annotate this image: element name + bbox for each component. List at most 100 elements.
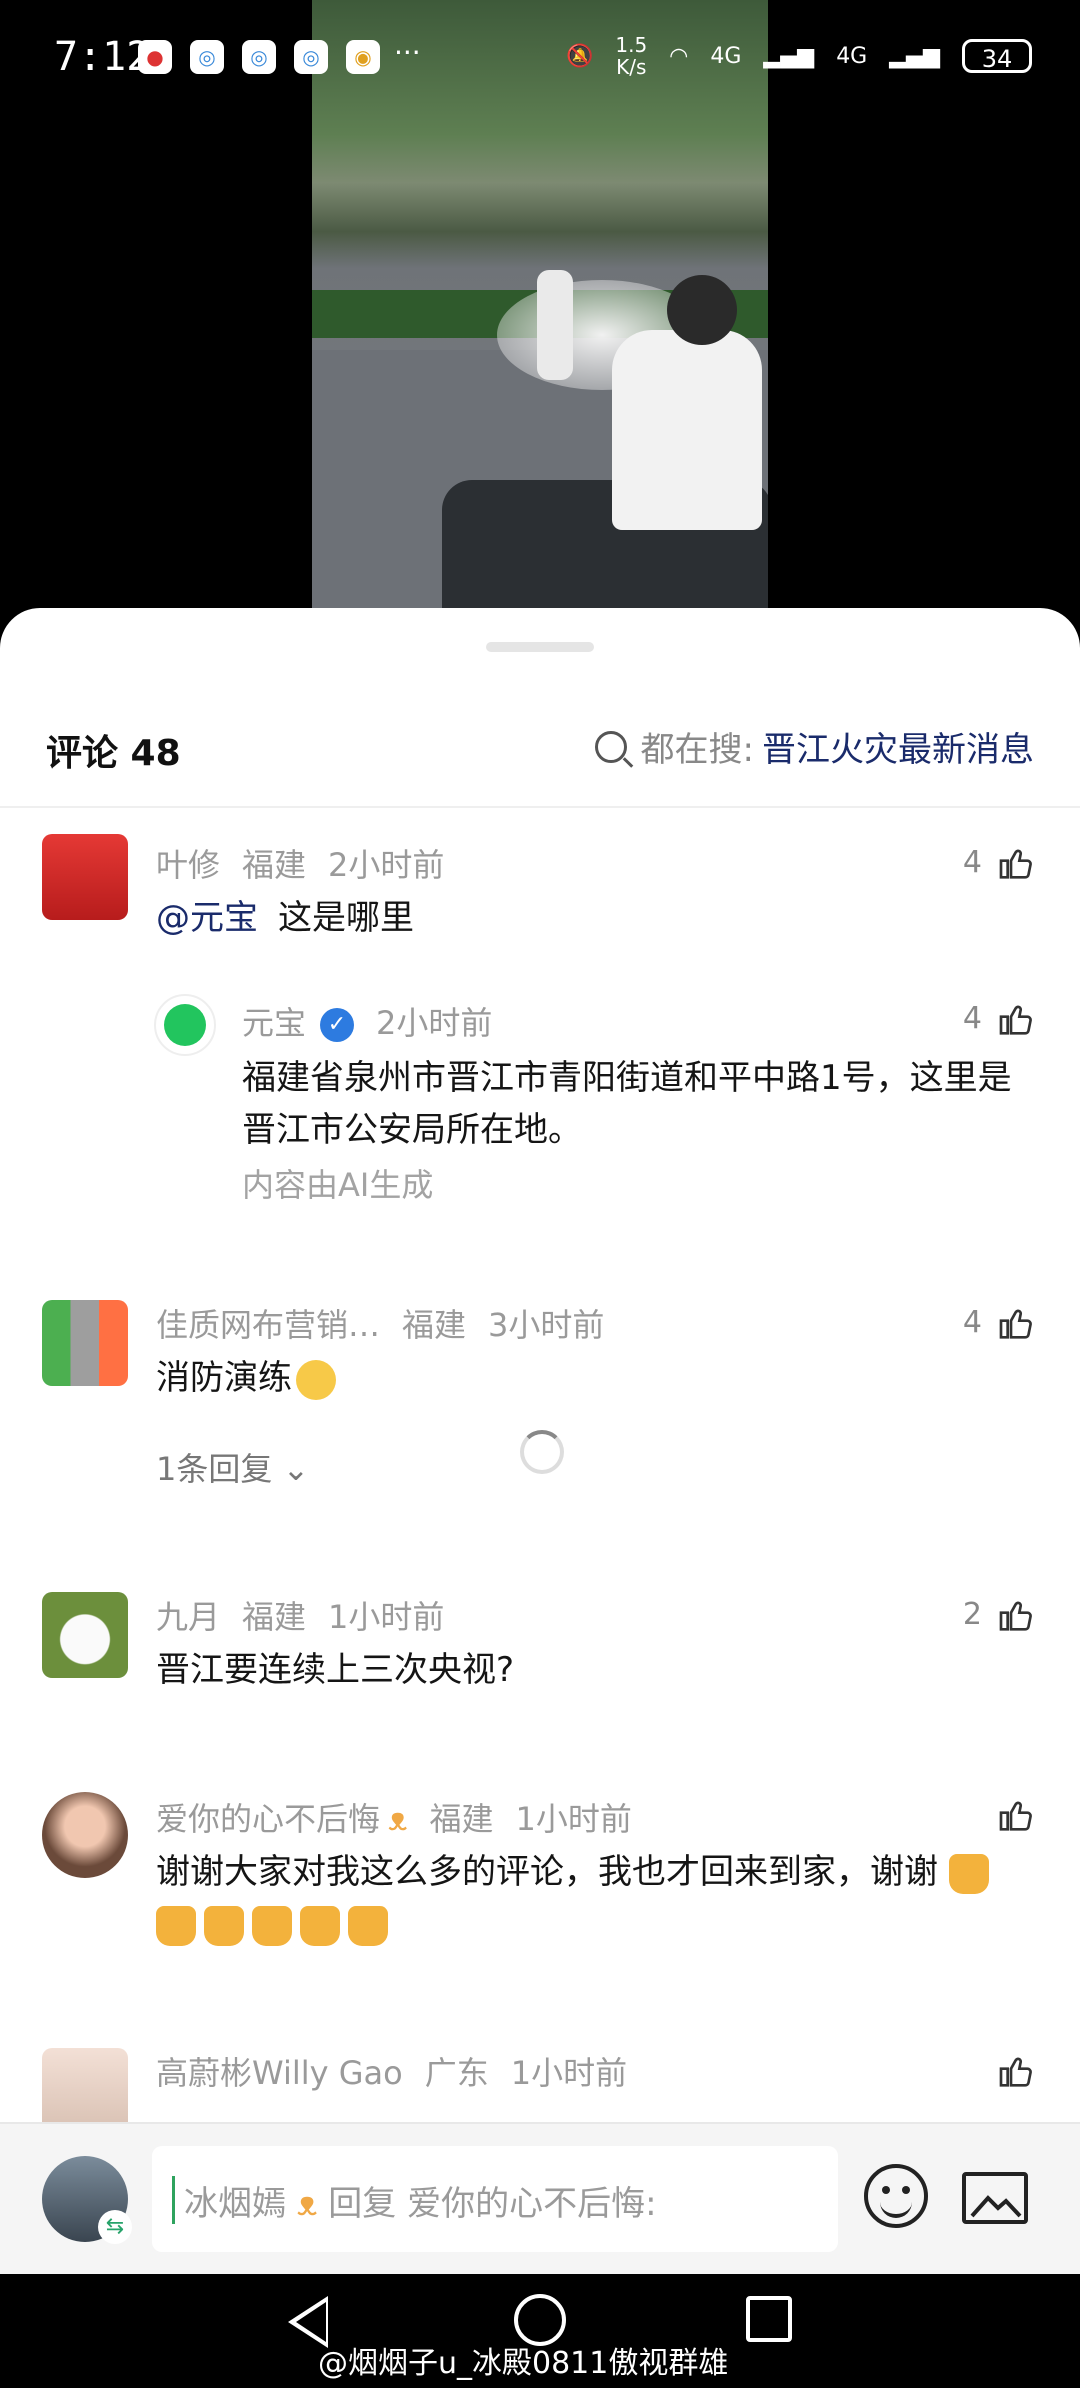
like-count: 4: [962, 1304, 982, 1340]
user-badge-icon: ᴥ: [286, 2184, 329, 2224]
chevron-down-icon: ⌄: [282, 1450, 310, 1488]
comment-time: 1小时前: [515, 1800, 632, 1838]
notification-app-icon: ●: [138, 40, 172, 74]
replies-label: 1条回复: [156, 1450, 273, 1488]
thumb-up-icon: [996, 2052, 1032, 2088]
comment-body: @元宝 这是哪里: [156, 892, 1036, 944]
reply-like-button[interactable]: 4: [963, 1000, 1032, 1036]
comment-user[interactable]: 高蔚彬Willy Gao: [156, 2054, 403, 2092]
avatar[interactable]: [42, 1300, 128, 1386]
trending-search[interactable]: 都在搜: 晋江火灾最新消息: [594, 722, 1034, 771]
like-button[interactable]: 2: [963, 1596, 1032, 1632]
comment-text: 消防演练: [156, 1358, 292, 1398]
comment-user[interactable]: 九月: [156, 1598, 220, 1636]
avatar[interactable]: [42, 1792, 128, 1878]
comment-meta: 佳质网布营销… 福建 3小时前: [156, 1300, 626, 1346]
comment-time: 3小时前: [488, 1306, 605, 1344]
comment-body: 谢谢大家对我这么多的评论，我也才回来到家，谢谢: [156, 1846, 1036, 1950]
system-nav-bar: @烟烟子u_冰殿0811傲视群雄: [0, 2274, 1080, 2388]
comment-time: 2小时前: [328, 846, 445, 884]
reply-meta: 元宝 ✓ 2小时前: [242, 998, 514, 1044]
avatar[interactable]: [42, 834, 128, 920]
comment-time: 1小时前: [510, 2054, 628, 2092]
pray-emoji-icon: [948, 1853, 989, 1894]
comment-text: 这是哪里: [278, 898, 414, 938]
reply-placeholder: 冰烟嫣 ᴥ 回复 爱你的心不后悔:: [184, 2176, 657, 2225]
comment-mention[interactable]: @元宝: [156, 898, 258, 938]
comment-user[interactable]: 爱你的心不后悔: [156, 1800, 380, 1838]
yuanbao-logo-icon: [164, 1004, 206, 1046]
reply-like-count: 4: [962, 1000, 982, 1036]
comment-meta: 九月 福建 1小时前: [156, 1592, 466, 1638]
reply-input[interactable]: 冰烟嫣 ᴥ 回复 爱你的心不后悔:: [152, 2146, 838, 2252]
wifi-icon: ◠: [669, 43, 689, 69]
thumb-up-icon: [996, 1304, 1032, 1340]
like-count: 4: [962, 844, 982, 880]
watermark: @烟烟子u_冰殿0811傲视群雄: [318, 2346, 729, 2381]
sim2-signal: 4G: [836, 43, 868, 69]
comment-region: 福建: [429, 1800, 494, 1838]
user-badge-icon: ᴥ: [388, 1800, 408, 1838]
sheet-drag-handle[interactable]: [486, 642, 594, 652]
mute-icon: 🔕: [565, 43, 594, 69]
comment-time: 1小时前: [328, 1598, 445, 1636]
switch-account-icon[interactable]: ⇆: [98, 2210, 132, 2244]
reply-input-bar: ⇆ 冰烟嫣 ᴥ 回复 爱你的心不后悔:: [0, 2122, 1080, 2276]
comment-text: 晋江要连续上三次央视?: [156, 1650, 515, 1690]
reply-time: 2小时前: [376, 1004, 493, 1042]
sim1-signal: 4G: [710, 43, 742, 69]
network-speed-value: 1.5: [615, 33, 648, 57]
comment-region: 福建: [242, 1598, 307, 1636]
thumb-up-icon: [996, 1000, 1032, 1036]
comment-user[interactable]: 佳质网布营销…: [156, 1306, 380, 1344]
recents-icon[interactable]: [746, 2296, 792, 2342]
more-notifications-icon: ···: [394, 36, 421, 69]
comment-count: 评论 48: [46, 733, 181, 774]
emoji-icon[interactable]: [864, 2164, 928, 2228]
notification-icons: ● ◎ ◎ ◎ ◉: [138, 40, 380, 74]
thumb-up-icon: [996, 1596, 1032, 1632]
weibo-notification-icon: ◎: [294, 40, 328, 74]
pray-emoji-icon: [204, 1905, 244, 1946]
reply-text: 福建省泉州市晋江市青阳街道和平中路1号，这里是晋江市公安局所在地。: [242, 1058, 1012, 1150]
reply-avatar[interactable]: [154, 994, 216, 1056]
weibo-app-icon: ◉: [346, 40, 380, 74]
pray-emoji-icon: [252, 1905, 292, 1946]
like-button[interactable]: [996, 1796, 1032, 1832]
placeholder-text: 回复 爱你的心不后悔:: [328, 2184, 657, 2224]
video-rider: [612, 330, 762, 530]
view-replies-button[interactable]: 1条回复 ⌄: [156, 1444, 309, 1490]
thumb-up-icon: [996, 844, 1032, 880]
search-keyword[interactable]: 晋江火灾最新消息: [762, 722, 1034, 771]
like-count: 2: [962, 1596, 982, 1632]
comment-sheet: 评论 48 都在搜: 晋江火灾最新消息 叶修福建 2小时前 4 @元宝 这是哪里 元…: [0, 608, 1080, 2122]
reply-user[interactable]: 元宝: [242, 1004, 306, 1042]
status-bar: 7:12 ● ◎ ◎ ◎ ◉ ··· 🔕 1.5 K/s ◠ 4G ▂▄▆ 4G…: [0, 0, 1080, 110]
comment-body: 消防演练: [156, 1352, 1036, 1404]
like-button[interactable]: [996, 2052, 1032, 2088]
signal-bars-icon: ▂▄▆: [763, 43, 815, 69]
signal-bars-icon: ▂▄▆: [889, 43, 940, 69]
comment-meta: 高蔚彬Willy Gao 广东 1小时前: [156, 2048, 649, 2094]
like-button[interactable]: 4: [963, 844, 1032, 880]
comment-region: 广东: [424, 2054, 489, 2092]
comment-text: 谢谢大家对我这么多的评论，我也才回来到家，谢谢: [156, 1852, 938, 1892]
image-icon[interactable]: [962, 2172, 1028, 2224]
pray-emoji-icon: [156, 1905, 196, 1946]
weibo-notification-icon: ◎: [190, 40, 224, 74]
pray-emoji-icon: [348, 1905, 388, 1946]
thumb-up-icon: [996, 1796, 1032, 1832]
video-firefighter: [537, 270, 573, 380]
loading-spinner: [520, 1430, 564, 1474]
network-speed: 1.5 K/s: [615, 34, 647, 78]
network-speed-unit: K/s: [616, 55, 647, 79]
search-prefix: 都在搜:: [640, 730, 754, 770]
avatar[interactable]: [42, 2048, 128, 2122]
like-button[interactable]: 4: [963, 1304, 1032, 1340]
status-right: 🔕 1.5 K/s ◠ 4G ▂▄▆ 4G ▂▄▆ 34: [566, 34, 1032, 78]
avatar[interactable]: [42, 1592, 128, 1678]
comment-meta: 爱你的心不后悔 ᴥ 福建 1小时前: [156, 1794, 654, 1840]
comment-region: 福建: [402, 1306, 467, 1344]
battery-indicator: 34: [962, 39, 1032, 73]
comment-user[interactable]: 叶修: [156, 846, 220, 884]
